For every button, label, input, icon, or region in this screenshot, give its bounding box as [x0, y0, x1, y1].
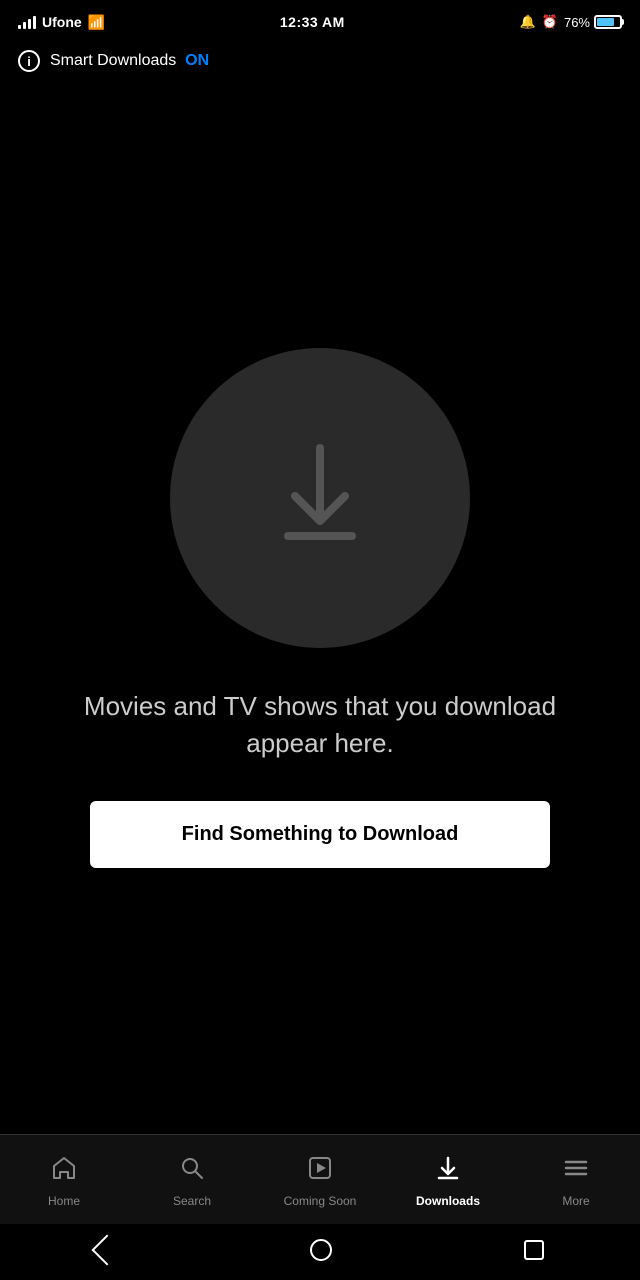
battery-icon	[594, 15, 622, 29]
nav-item-search[interactable]: Search	[128, 1155, 256, 1208]
nav-label-coming-soon: Coming Soon	[284, 1194, 357, 1208]
smart-downloads-label: Smart Downloads ON	[50, 52, 209, 70]
smart-downloads-status: ON	[185, 52, 209, 69]
status-right: 🔔 ⏰ 76%	[520, 14, 622, 30]
nav-label-more: More	[562, 1194, 589, 1208]
search-icon	[179, 1155, 205, 1188]
nav-item-coming-soon[interactable]: Coming Soon	[256, 1155, 384, 1208]
download-large-icon	[250, 428, 390, 568]
smart-downloads-bar[interactable]: i Smart Downloads ON	[0, 40, 640, 82]
status-bar: Ufone 📶 12:33 AM 🔔 ⏰ 76%	[0, 0, 640, 40]
find-download-button[interactable]: Find Something to Download	[90, 801, 550, 868]
status-left: Ufone 📶	[18, 14, 105, 31]
status-time: 12:33 AM	[280, 14, 345, 30]
empty-state-text: Movies and TV shows that you download ap…	[80, 688, 560, 761]
nav-item-downloads[interactable]: Downloads	[384, 1155, 512, 1208]
coming-soon-icon	[307, 1155, 333, 1188]
clock-icon: ⏰	[542, 14, 558, 30]
wifi-icon: 📶	[88, 14, 105, 31]
carrier-name: Ufone	[42, 14, 82, 30]
signal-bar-3	[28, 19, 31, 29]
nav-label-home: Home	[48, 1194, 80, 1208]
android-recents-button[interactable]	[524, 1240, 544, 1260]
android-back-button[interactable]	[91, 1234, 122, 1265]
signal-bars-icon	[18, 15, 36, 29]
nav-label-downloads: Downloads	[416, 1194, 480, 1208]
more-icon	[563, 1155, 589, 1188]
downloads-icon	[435, 1155, 461, 1188]
bottom-nav: Home Search Coming Soon Download	[0, 1134, 640, 1224]
nav-item-more[interactable]: More	[512, 1155, 640, 1208]
nav-item-home[interactable]: Home	[0, 1155, 128, 1208]
main-content: Movies and TV shows that you download ap…	[0, 82, 640, 1134]
info-icon: i	[18, 50, 40, 72]
signal-bar-2	[23, 22, 26, 29]
battery-fill	[597, 18, 614, 26]
download-circle	[170, 348, 470, 648]
nav-label-search: Search	[173, 1194, 211, 1208]
smart-downloads-text: Smart Downloads	[50, 52, 176, 69]
alarm-icon: 🔔	[520, 14, 536, 30]
android-home-button[interactable]	[310, 1239, 332, 1261]
battery-container: 76%	[564, 15, 622, 30]
signal-bar-1	[18, 25, 21, 29]
home-icon	[51, 1155, 77, 1188]
signal-bar-4	[33, 16, 36, 29]
android-nav	[0, 1224, 640, 1280]
battery-percent: 76%	[564, 15, 590, 30]
